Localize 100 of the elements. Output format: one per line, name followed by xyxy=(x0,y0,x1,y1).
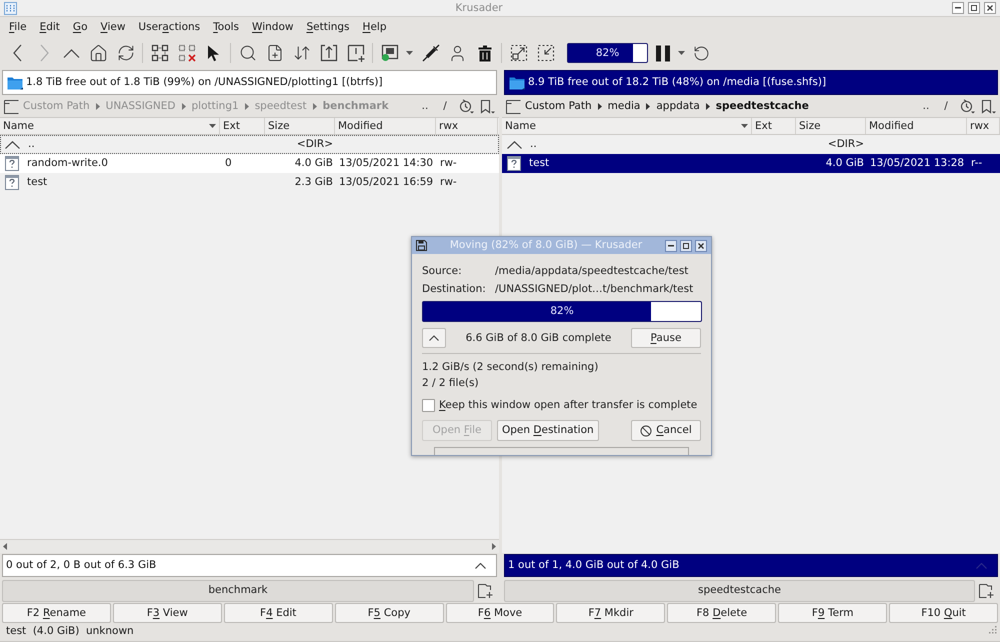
path-button[interactable]: .. xyxy=(415,101,435,112)
minimize-button[interactable] xyxy=(665,240,677,252)
details-toggle-button[interactable] xyxy=(422,328,446,348)
scroll-right-icon[interactable] xyxy=(492,543,496,550)
file-row[interactable]: random-write.0 0 4.0 GiB 13/05/2021 14:30 rw- xyxy=(0,154,499,173)
function-key-button[interactable]: F7 Mkdir xyxy=(556,603,666,623)
triangle-right-icon xyxy=(646,103,650,110)
column-header[interactable]: Modified xyxy=(335,118,436,134)
search-icon[interactable] xyxy=(238,44,256,62)
menu-item[interactable]: Useractions xyxy=(132,22,207,32)
folder-plus-icon[interactable] xyxy=(478,584,493,598)
file-size: 2.3 GiB xyxy=(294,177,333,188)
home-icon[interactable] xyxy=(89,44,108,62)
triangle-right-icon xyxy=(598,103,602,110)
plug-icon[interactable] xyxy=(422,44,440,62)
clock-icon[interactable] xyxy=(459,99,474,114)
field-label: Source: xyxy=(422,266,463,276)
path-button[interactable]: / xyxy=(435,101,455,112)
clock-icon[interactable] xyxy=(960,99,975,114)
function-key-button[interactable]: F10 Quit xyxy=(889,603,998,623)
checkbox-label[interactable]: Keep this window open after transfer is complete xyxy=(439,400,698,410)
menu-item[interactable]: Help xyxy=(356,22,393,32)
function-key-button[interactable]: F9 Term xyxy=(778,603,888,623)
column-header[interactable]: Name xyxy=(502,118,752,134)
file-row[interactable]: test 4.0 GiB 13/05/2021 13:28 r-- xyxy=(502,154,1000,173)
function-key-button[interactable]: F6 Move xyxy=(446,603,554,623)
function-key-button[interactable]: F4 Edit xyxy=(224,603,333,623)
expand-icon[interactable] xyxy=(510,44,528,62)
file-row[interactable]: .. <DIR> xyxy=(0,135,499,154)
box-plus-icon[interactable] xyxy=(346,44,364,62)
menu-item[interactable]: Settings xyxy=(300,22,356,32)
function-key-button[interactable]: F3 View xyxy=(112,603,222,623)
menu-item[interactable]: Tools xyxy=(206,22,246,32)
pause-button[interactable]: Pause xyxy=(631,328,701,348)
menu-item[interactable]: View xyxy=(94,22,132,32)
column-header[interactable]: Size xyxy=(265,118,335,134)
four-squares-icon[interactable] xyxy=(150,44,168,62)
close-button[interactable] xyxy=(984,2,996,14)
bookmark-icon[interactable] xyxy=(480,99,495,114)
file-size: 4.0 GiB xyxy=(294,158,333,169)
path-button[interactable]: / xyxy=(936,101,956,112)
box-arrow-up-icon[interactable] xyxy=(320,44,338,62)
undo-icon[interactable] xyxy=(693,44,710,62)
column-header[interactable]: Size xyxy=(796,118,866,134)
column-header[interactable]: rwx xyxy=(967,118,1000,134)
function-key-button[interactable]: F2 Rename xyxy=(2,603,111,623)
folder-icon xyxy=(509,76,525,90)
monitor-icon[interactable] xyxy=(380,44,398,62)
panel-tab[interactable]: benchmark xyxy=(2,580,474,602)
path-button[interactable]: .. xyxy=(916,101,936,112)
bookmark-icon[interactable] xyxy=(981,99,996,114)
cancel-icon xyxy=(640,424,652,436)
scroll-left-icon[interactable] xyxy=(3,543,7,550)
menu-item[interactable]: Go xyxy=(66,22,94,32)
checkbox[interactable] xyxy=(422,398,435,412)
minimize-button[interactable] xyxy=(952,2,964,14)
path-segment[interactable]: speedtestcache xyxy=(716,101,809,112)
menu-item[interactable]: Edit xyxy=(33,22,66,32)
triangle-right-icon xyxy=(312,103,317,110)
cancel-button[interactable]: Cancel xyxy=(631,420,701,441)
close-button[interactable] xyxy=(695,240,707,252)
path-segment[interactable]: Custom Path xyxy=(525,101,592,112)
column-header[interactable]: rwx xyxy=(436,118,498,134)
file-extension: 0 xyxy=(225,158,232,169)
panel-tab[interactable]: speedtestcache xyxy=(504,580,975,602)
frame-icon[interactable] xyxy=(4,100,19,114)
path-segment[interactable]: appdata xyxy=(656,101,700,112)
trash-icon[interactable] xyxy=(478,44,492,62)
horizontal-scrollbar[interactable] xyxy=(0,539,499,553)
pause-icon[interactable] xyxy=(654,44,670,62)
dialog-title: Moving (82% of 8.0 GiB) — Krusader xyxy=(448,240,644,251)
frame-icon[interactable] xyxy=(506,100,521,114)
function-key-button[interactable]: F8 Delete xyxy=(667,603,776,623)
refresh-icon[interactable] xyxy=(116,44,134,62)
path-segment[interactable]: media xyxy=(608,101,640,112)
column-header[interactable]: Ext xyxy=(752,118,796,134)
folder-plus-icon[interactable] xyxy=(979,584,994,598)
selection-status: 0 out of 2, 0 B out of 6.3 GiB xyxy=(6,560,156,571)
caret-down-icon[interactable] xyxy=(406,51,412,55)
maximize-button[interactable] xyxy=(680,240,692,252)
menu-item[interactable]: Window xyxy=(246,22,300,32)
arrows-up-down-icon[interactable] xyxy=(292,44,310,62)
file-name: .. xyxy=(28,139,35,150)
caret-down-icon[interactable] xyxy=(678,51,684,55)
file-plus-icon[interactable] xyxy=(266,44,284,62)
collapse-icon[interactable] xyxy=(536,44,554,62)
column-header[interactable]: Modified xyxy=(866,118,967,134)
column-header[interactable]: Ext xyxy=(220,118,265,134)
column-header[interactable]: Name xyxy=(0,118,220,134)
open-button[interactable]: Open Destination xyxy=(497,420,599,441)
chevron-up-icon xyxy=(5,140,20,148)
cursor-icon[interactable] xyxy=(207,44,220,62)
chevron-up-icon[interactable] xyxy=(63,48,80,58)
chevron-up-icon[interactable] xyxy=(475,562,486,568)
function-key-button[interactable]: F5 Copy xyxy=(334,603,444,623)
maximize-button[interactable] xyxy=(968,2,980,14)
squares-x-icon[interactable] xyxy=(178,44,196,62)
progress-label: 82% xyxy=(596,48,620,58)
menu-item[interactable]: File xyxy=(2,22,34,32)
chevron-left-icon[interactable] xyxy=(13,44,22,62)
